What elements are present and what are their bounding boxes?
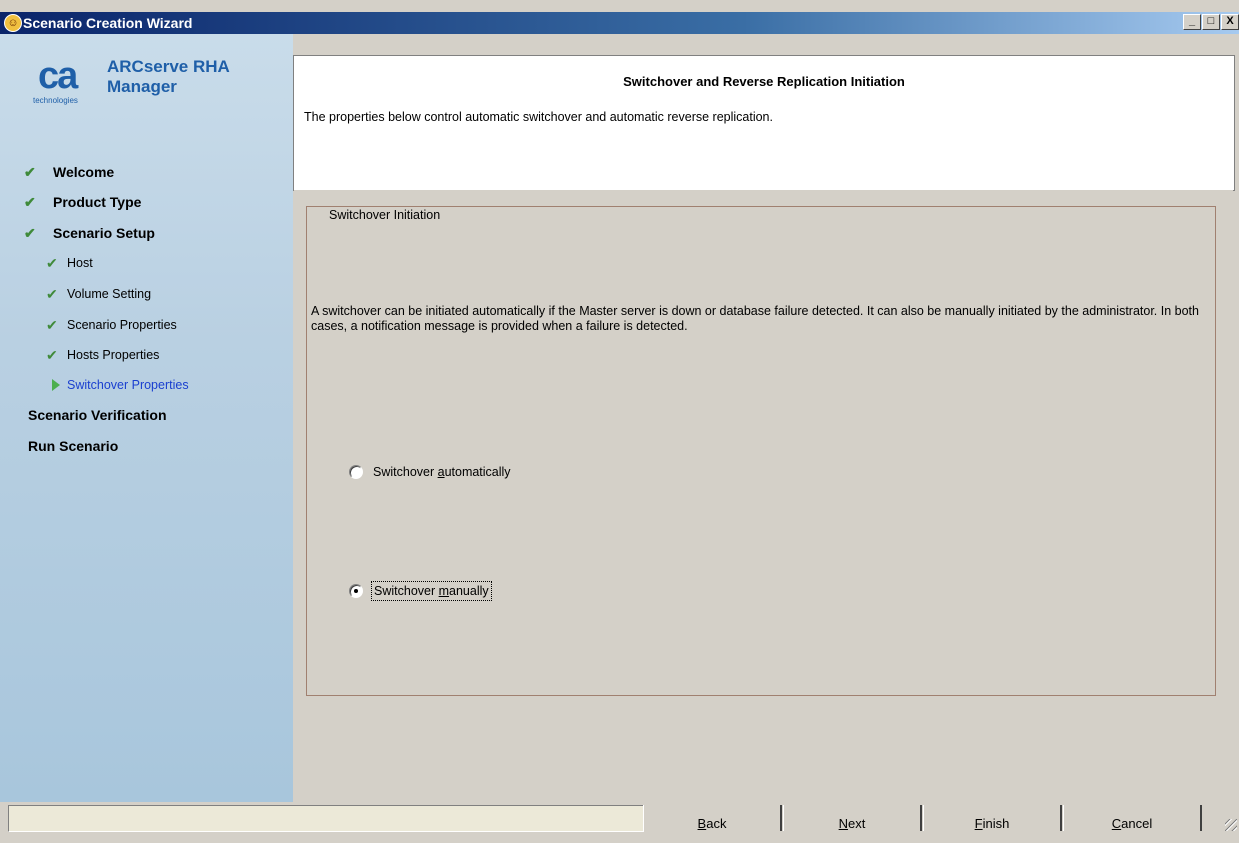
wizard-icon[interactable]: ☺ — [4, 14, 22, 32]
product-name: ARCserve RHA Manager — [107, 57, 230, 96]
page-header: Switchover and Reverse Replication Initi… — [293, 55, 1235, 191]
checkmark-icon: ✔ — [46, 286, 58, 302]
maximize-button[interactable]: □ — [1202, 14, 1220, 30]
checkmark-icon: ✔ — [24, 225, 36, 241]
next-button[interactable]: Next — [783, 805, 922, 831]
window-controls: _ □ X — [1182, 14, 1239, 32]
group-title: Switchover Initiation — [326, 208, 444, 222]
window-title: Scenario Creation Wizard — [23, 15, 193, 31]
resize-grip-icon[interactable] — [1225, 819, 1237, 831]
radio-automatic[interactable] — [349, 465, 363, 479]
button-bar: Back Next Finish Cancel — [0, 802, 1239, 833]
group-description: A switchover can be initiated automatica… — [311, 304, 1199, 333]
checkmark-icon: ✔ — [46, 255, 58, 271]
radio-manual[interactable] — [349, 584, 363, 598]
main-panel — [294, 190, 1233, 788]
page-description: The properties below control automatic s… — [304, 110, 773, 124]
radio-automatic-label[interactable]: Switchover automatically — [371, 463, 513, 481]
title-bar: ☺ Scenario Creation Wizard _ □ X — [0, 12, 1239, 34]
switchover-initiation-group — [306, 206, 1216, 696]
current-step-arrow-icon — [52, 379, 60, 391]
cancel-button[interactable]: Cancel — [1063, 805, 1202, 831]
checkmark-icon: ✔ — [46, 317, 58, 333]
checkmark-icon: ✔ — [46, 347, 58, 363]
close-button[interactable]: X — [1221, 14, 1239, 30]
wizard-sidebar: ca technologies ARCserve RHA Manager ✔ W… — [0, 34, 293, 802]
logo-tagline: technologies — [33, 96, 78, 105]
back-button[interactable]: Back — [643, 805, 782, 831]
checkmark-icon: ✔ — [24, 194, 36, 210]
ca-logo: ca technologies ARCserve RHA Manager — [30, 56, 270, 116]
finish-button[interactable]: Finish — [923, 805, 1062, 831]
minimize-button[interactable]: _ — [1183, 14, 1201, 30]
radio-manual-label[interactable]: Switchover manually — [371, 581, 492, 601]
status-field — [8, 805, 644, 832]
logo-mark: ca — [38, 55, 78, 97]
page-title: Switchover and Reverse Replication Initi… — [623, 74, 905, 89]
checkmark-icon: ✔ — [24, 164, 36, 180]
